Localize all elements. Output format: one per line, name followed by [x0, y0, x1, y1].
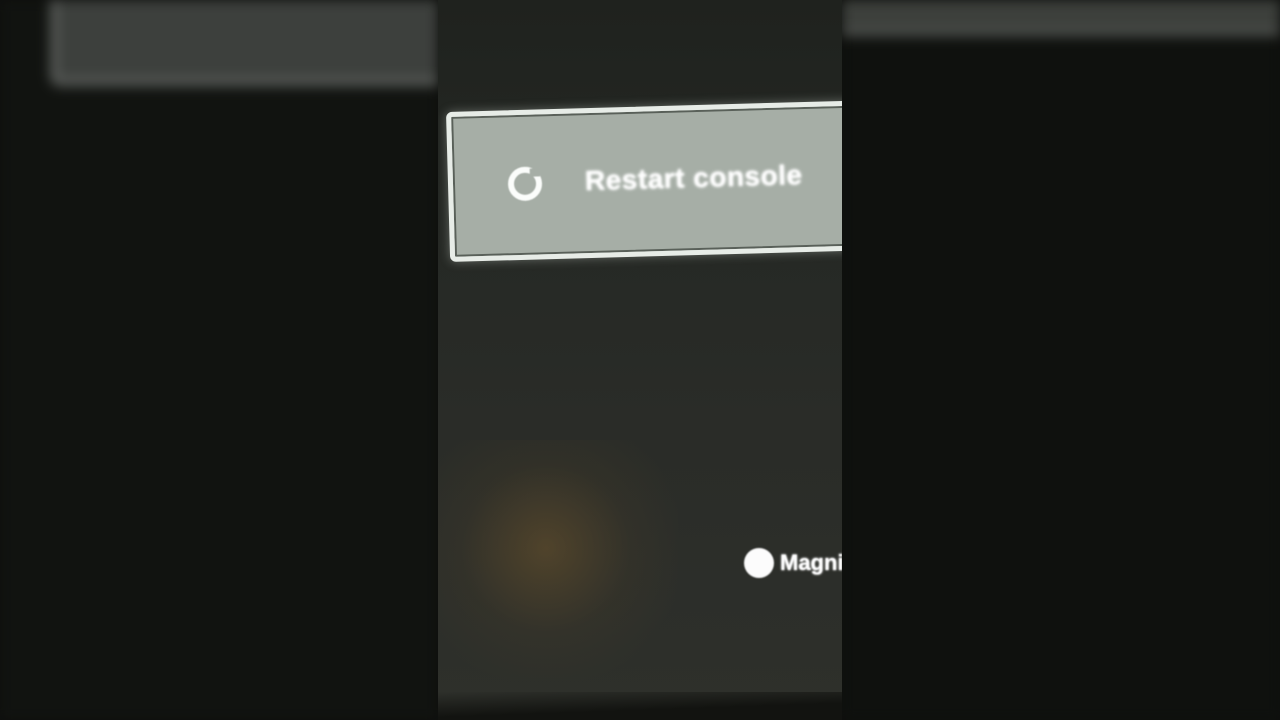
- blurred-menu-item: [50, 0, 438, 86]
- magnifier-hint-label: Magni: [780, 550, 842, 575]
- screen-bottom-edge: [438, 692, 842, 720]
- blurred-backdrop-left: [0, 0, 438, 720]
- restart-icon: [507, 166, 543, 202]
- tv-screen: Restart console Magni: [438, 0, 842, 720]
- restart-console-menu-item[interactable]: Restart console: [446, 100, 842, 262]
- blurred-menu-strip: [842, 0, 1280, 36]
- magnifier-hint[interactable]: Magni: [744, 548, 842, 578]
- video-frame: Restart console Magni: [0, 0, 1280, 720]
- blurred-backdrop-right: [842, 0, 1280, 720]
- circle-button-icon: [744, 548, 774, 578]
- restart-console-label: Restart console: [584, 159, 803, 197]
- light-reflection: [438, 440, 678, 680]
